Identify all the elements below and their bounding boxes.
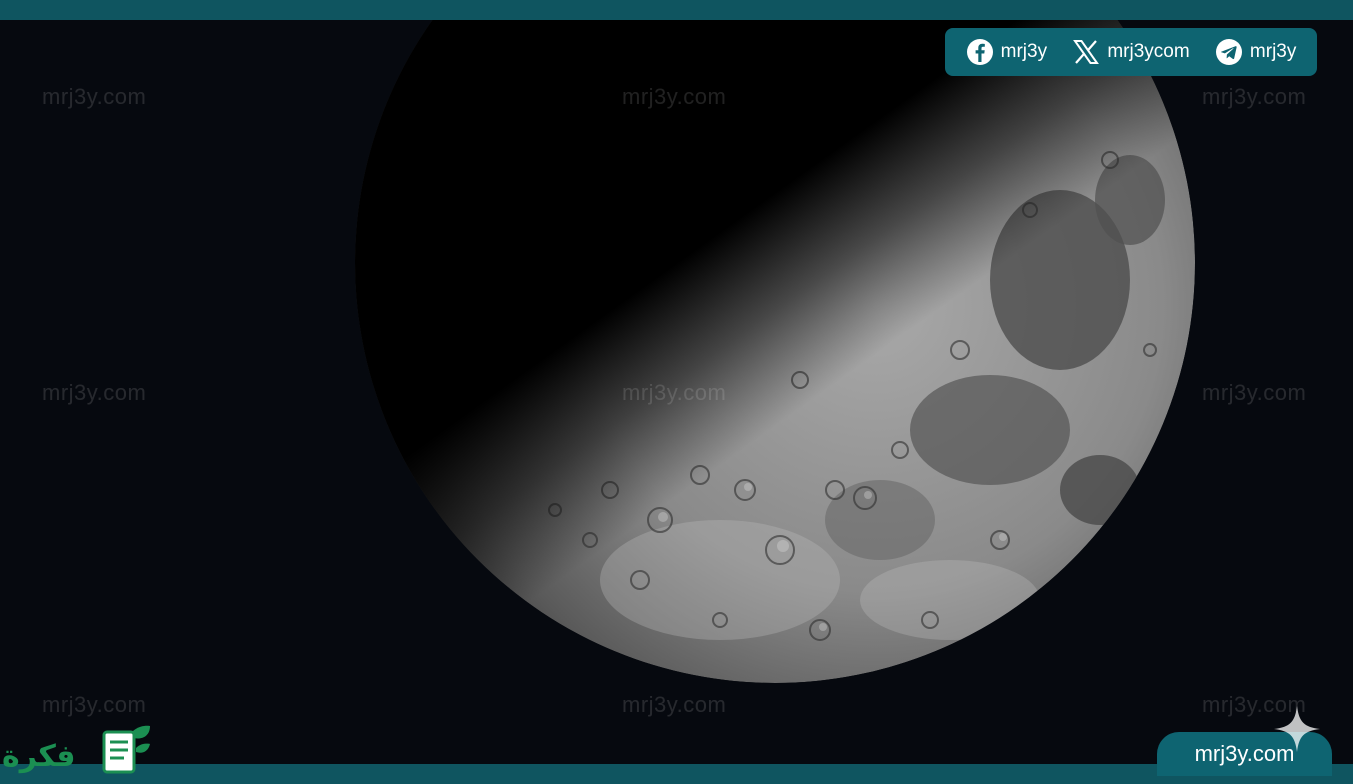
watermark: mrj3y.com [1202, 380, 1307, 405]
bottom-frame-bar [0, 764, 1353, 784]
telegram-link[interactable]: mrj3y [1215, 38, 1296, 66]
telegram-handle: mrj3y [1249, 41, 1297, 62]
facebook-link[interactable]: mrj3y [966, 38, 1047, 66]
telegram-icon [1215, 39, 1242, 65]
x-icon [1073, 40, 1100, 64]
watermark: mrj3y.com [622, 380, 727, 405]
watermark: mrj3y.com [42, 380, 147, 405]
watermark: mrj3y.com [622, 84, 727, 109]
x-link[interactable]: mrj3ycom [1072, 38, 1190, 66]
facebook-handle: mrj3y [1000, 41, 1048, 62]
logo-text: فكرة [2, 739, 75, 774]
facebook-icon [966, 39, 993, 65]
watermark: mrj3y.com [1202, 84, 1307, 109]
watermark: mrj3y.com [622, 692, 727, 717]
social-links-panel: mrj3y mrj3ycom mrj3y [945, 28, 1317, 76]
top-frame-bar [0, 0, 1353, 20]
document-leaf-logo [102, 725, 150, 774]
watermark: mrj3y.com [42, 84, 147, 109]
watermark: mrj3y.com [42, 692, 147, 717]
x-handle: mrj3ycom [1107, 41, 1190, 62]
sparkle-icon [1274, 706, 1320, 752]
fikra-logo: فكرة [2, 725, 150, 774]
